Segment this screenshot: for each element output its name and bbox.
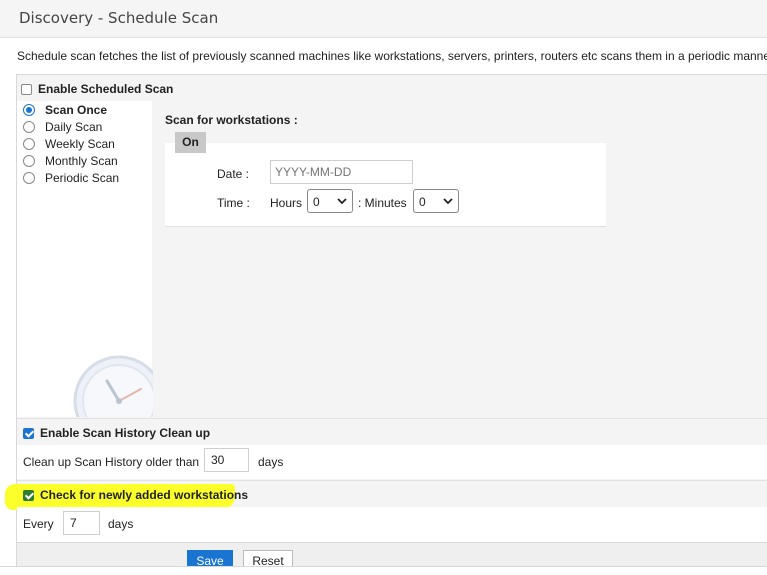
radio-weekly-scan[interactable]: Weekly Scan: [23, 137, 115, 151]
hours-label: Hours: [270, 196, 303, 210]
radio-button[interactable]: [23, 138, 35, 150]
minutes-value: 0: [419, 195, 426, 209]
chevron-down-icon: [337, 198, 347, 205]
history-cleanup-checkbox[interactable]: [23, 427, 34, 439]
new-workstations-checkbox[interactable]: [23, 489, 34, 501]
history-cleanup-header: Enable Scan History Clean up: [17, 418, 767, 446]
radio-label: Scan Once: [45, 103, 108, 117]
every-label: Every: [23, 517, 54, 531]
hours-select[interactable]: 0: [307, 189, 353, 213]
scan-frequency-list: Scan Once Daily Scan Weekly Scan Monthly…: [17, 101, 153, 417]
time-label: Time :: [217, 196, 250, 210]
schedule-box: Date : Time : Hours 0 : Minutes 0: [165, 143, 606, 227]
hours-value: 0: [313, 195, 320, 209]
minutes-label: : Minutes: [358, 196, 407, 210]
enable-scheduled-scan-checkbox[interactable]: [21, 83, 32, 95]
every-days-unit: days: [108, 517, 134, 531]
radio-button[interactable]: [23, 172, 35, 184]
cleanup-days-unit: days: [258, 455, 284, 469]
radio-button[interactable]: [23, 104, 35, 116]
history-cleanup-label: Enable Scan History Clean up: [40, 426, 211, 440]
radio-label: Weekly Scan: [45, 137, 115, 151]
page-header: Discovery - Schedule Scan: [0, 0, 767, 38]
radio-button[interactable]: [23, 121, 35, 133]
radio-periodic-scan[interactable]: Periodic Scan: [23, 171, 119, 185]
cleanup-older-than-label: Clean up Scan History older than: [23, 455, 200, 469]
new-workstations-label: Check for newly added workstations: [40, 488, 249, 502]
every-days-input[interactable]: [63, 511, 100, 535]
enable-scheduled-scan-row[interactable]: Enable Scheduled Scan: [21, 82, 173, 96]
schedule-panel: Enable Scheduled Scan Scan Once Daily Sc…: [5, 74, 767, 572]
page-title: Discovery - Schedule Scan: [19, 9, 219, 27]
radio-label: Periodic Scan: [45, 171, 120, 185]
history-cleanup-toggle[interactable]: Enable Scan History Clean up: [23, 426, 210, 440]
tab-on[interactable]: On: [175, 132, 206, 153]
clock-icon: [69, 351, 153, 417]
radio-scan-once[interactable]: Scan Once: [23, 103, 107, 117]
radio-label: Daily Scan: [45, 120, 103, 134]
minutes-select[interactable]: 0: [413, 189, 459, 213]
radio-button[interactable]: [23, 155, 35, 167]
enable-scheduled-scan-label: Enable Scheduled Scan: [38, 82, 174, 96]
new-workstations-toggle[interactable]: Check for newly added workstations: [23, 488, 248, 502]
new-workstations-body: Every days: [17, 507, 767, 542]
radio-label: Monthly Scan: [45, 154, 118, 168]
page-description: Schedule scan fetches the list of previo…: [17, 49, 767, 63]
radio-monthly-scan[interactable]: Monthly Scan: [23, 154, 118, 168]
history-cleanup-body: Clean up Scan History older than days: [17, 445, 767, 479]
cleanup-days-input[interactable]: [204, 448, 249, 472]
date-input[interactable]: [270, 160, 413, 184]
new-workstations-header: Check for newly added workstations: [5, 480, 767, 510]
chevron-down-icon: [443, 198, 453, 205]
scan-for-heading: Scan for workstations :: [165, 113, 298, 127]
radio-daily-scan[interactable]: Daily Scan: [23, 120, 102, 134]
date-label: Date :: [217, 167, 250, 181]
